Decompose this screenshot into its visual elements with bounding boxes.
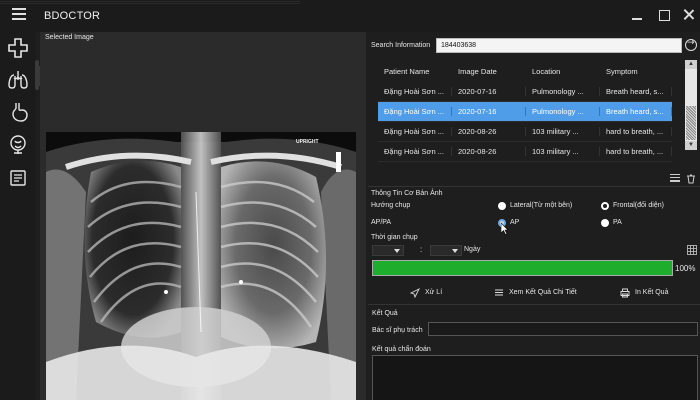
date-field[interactable] bbox=[492, 245, 682, 256]
report-icon[interactable] bbox=[6, 166, 30, 190]
radio-lateral[interactable] bbox=[498, 202, 506, 210]
chest-xray-drawing bbox=[46, 132, 356, 400]
print-button-label: In Kết Quả bbox=[635, 289, 669, 296]
diagnosis-label: Kết quả chẩn đoán bbox=[372, 346, 431, 353]
process-button-label: Xử Lí bbox=[425, 289, 443, 296]
progress-percent: 100% bbox=[675, 264, 696, 273]
day-label: Ngày bbox=[464, 246, 481, 253]
table-header: Patient Name Image Date Location Symptom bbox=[378, 60, 672, 82]
scroll-thumb[interactable] bbox=[686, 106, 696, 140]
patient-table: Patient Name Image Date Location Symptom… bbox=[378, 60, 672, 162]
send-icon bbox=[410, 287, 420, 298]
table-row[interactable]: Đặng Hoài Sơn ... 2020-08-26 103 militar… bbox=[378, 122, 672, 142]
radio-frontal-label: Frontal(đối diện) bbox=[613, 202, 664, 209]
search-go-icon[interactable] bbox=[685, 38, 697, 51]
minimize-icon[interactable] bbox=[630, 8, 644, 22]
table-row[interactable]: Đặng Hoài Sơn ... 2020-08-26 103 militar… bbox=[378, 142, 672, 162]
add-icon[interactable] bbox=[6, 36, 30, 60]
image-panel-scrollbar[interactable] bbox=[35, 60, 39, 90]
mouse-cursor-icon bbox=[501, 223, 509, 235]
basic-info-title: Thông Tin Cơ Bản Ảnh bbox=[371, 190, 443, 197]
cell-patient-name: Đặng Hoài Sơn ... bbox=[378, 87, 452, 96]
cell-image-date: 2020-08-26 bbox=[452, 127, 526, 136]
cell-symptom: Breath heard, s... bbox=[600, 87, 672, 96]
cell-symptom: Breath heard, s... bbox=[600, 107, 672, 116]
time-label: Thời gian chụp bbox=[371, 234, 418, 241]
view-details-button[interactable]: Xem Kết Quả Chi Tiết bbox=[494, 286, 577, 299]
trash-icon[interactable] bbox=[686, 174, 696, 184]
lungs-icon[interactable] bbox=[6, 68, 30, 92]
list-icon bbox=[495, 289, 503, 295]
selected-image-label: Selected Image bbox=[45, 34, 94, 41]
process-button[interactable]: Xử Lí bbox=[410, 286, 442, 299]
stomach-icon[interactable] bbox=[6, 100, 30, 124]
print-button[interactable]: In Kết Quả bbox=[620, 286, 668, 299]
cell-patient-name: Đặng Hoài Sơn ... bbox=[378, 127, 452, 136]
hamburger-menu-icon[interactable] bbox=[12, 8, 26, 22]
title-strip bbox=[0, 0, 300, 5]
cell-location: 103 military ... bbox=[526, 127, 600, 136]
cell-location: Pulmonology ... bbox=[526, 87, 600, 96]
list-view-icon[interactable] bbox=[670, 174, 680, 184]
column-header-location[interactable]: Location bbox=[526, 67, 600, 76]
result-title: Kết Quả bbox=[372, 310, 398, 317]
cell-symptom: hard to breath, ... bbox=[600, 147, 672, 156]
diagnosis-textarea[interactable] bbox=[372, 355, 698, 400]
xray-image: UPRIGHT bbox=[46, 132, 356, 400]
cell-location: Pulmonology ... bbox=[526, 107, 600, 116]
table-scrollbar[interactable]: ▲ ▼ bbox=[685, 60, 697, 150]
chevron-down-icon bbox=[394, 249, 400, 253]
section-divider bbox=[368, 186, 700, 187]
calendar-grid-icon[interactable] bbox=[687, 245, 697, 255]
radio-pa-label: PA bbox=[613, 219, 622, 226]
column-header-symptom[interactable]: Symptom bbox=[600, 67, 672, 76]
progress-fill bbox=[373, 261, 672, 275]
time-separator: : bbox=[420, 245, 423, 254]
cell-patient-name: Đặng Hoài Sơn ... bbox=[378, 147, 452, 156]
view-details-button-label: Xem Kết Quả Chi Tiết bbox=[509, 289, 577, 296]
direction-label: Hướng chụp bbox=[371, 202, 411, 209]
cell-image-date: 2020-08-26 bbox=[452, 147, 526, 156]
doctor-input[interactable] bbox=[428, 322, 698, 336]
radio-pa[interactable] bbox=[601, 219, 609, 227]
cell-image-date: 2020-07-16 bbox=[452, 87, 526, 96]
section-divider bbox=[368, 304, 700, 305]
maximize-icon[interactable] bbox=[657, 8, 671, 22]
table-row-selected[interactable]: Đặng Hoài Sơn ... 2020-07-16 Pulmonology… bbox=[378, 102, 672, 122]
hour-dropdown[interactable] bbox=[372, 245, 404, 256]
scroll-up-icon[interactable]: ▲ bbox=[685, 60, 697, 69]
organ-icon[interactable] bbox=[6, 132, 30, 156]
minute-dropdown[interactable] bbox=[430, 245, 462, 256]
cell-location: 103 military ... bbox=[526, 147, 600, 156]
image-panel: Selected Image UPRIGHT bbox=[40, 32, 366, 400]
search-label: Search Information bbox=[371, 42, 431, 49]
radio-ap-label: AP bbox=[510, 219, 520, 226]
right-panel: Search Information 184403638 Patient Nam… bbox=[368, 32, 700, 400]
chevron-down-icon bbox=[452, 249, 458, 253]
progress-bar bbox=[372, 260, 673, 276]
radio-lateral-label: Lateral(Từ một bên) bbox=[510, 202, 573, 209]
radio-frontal[interactable] bbox=[601, 202, 609, 210]
cell-symptom: hard to breath, ... bbox=[600, 127, 672, 136]
cell-patient-name: Đặng Hoài Sơn ... bbox=[378, 107, 452, 116]
scroll-down-icon[interactable]: ▼ bbox=[685, 141, 697, 150]
cell-image-date: 2020-07-16 bbox=[452, 107, 526, 116]
xray-position-marker: UPRIGHT bbox=[296, 139, 319, 145]
printer-icon bbox=[620, 288, 630, 297]
apa-label: AP/PA bbox=[371, 219, 392, 226]
column-header-image-date[interactable]: Image Date bbox=[452, 67, 526, 76]
title-bar: BDOCTOR bbox=[0, 0, 700, 32]
doctor-label: Bác sĩ phụ trách bbox=[372, 327, 423, 334]
search-input[interactable]: 184403638 bbox=[436, 38, 682, 53]
table-row[interactable]: Đặng Hoài Sơn ... 2020-07-16 Pulmonology… bbox=[378, 82, 672, 102]
column-header-patient-name[interactable]: Patient Name bbox=[378, 67, 452, 76]
app-title: BDOCTOR bbox=[44, 10, 101, 22]
close-icon[interactable] bbox=[682, 8, 696, 22]
sidebar bbox=[0, 32, 36, 400]
